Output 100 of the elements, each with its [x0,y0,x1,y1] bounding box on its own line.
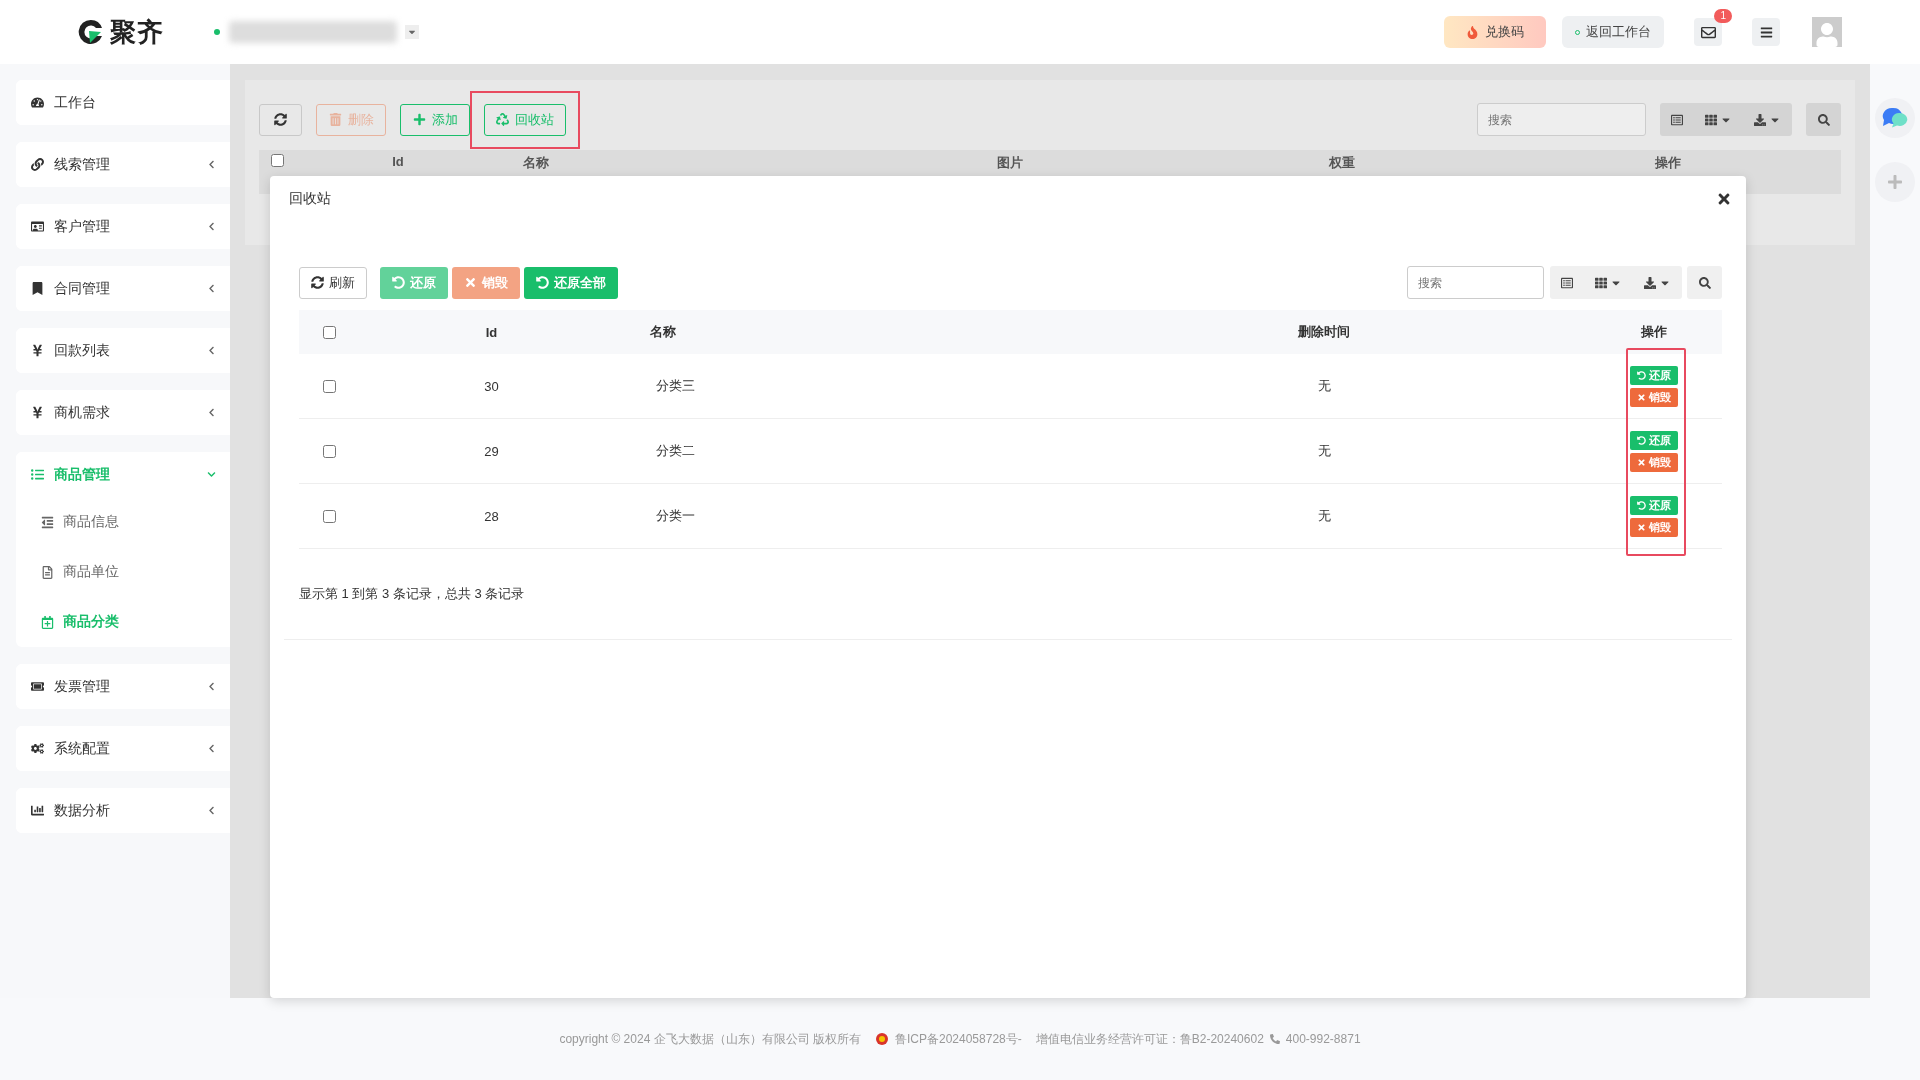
table-cell: 29 [484,443,499,459]
yen-icon [30,406,44,419]
dialog-title: 回收站 [289,190,331,208]
grid-icon [1705,113,1717,126]
column-header: 权重 [1329,154,1355,172]
close-icon [1637,392,1646,402]
column-header: 操作 [1641,323,1667,341]
column-header: 名称 [522,154,549,172]
menu-icon [1759,25,1773,39]
restore-button[interactable]: 还原 [1630,365,1678,385]
link-icon [30,158,44,171]
table-cell-text: 分类一 [655,507,695,525]
select-all-checkbox[interactable] [270,154,284,167]
search-button[interactable] [1687,266,1722,299]
list-indent-icon [40,515,54,529]
destroy-button[interactable]: 销毁 [1630,387,1678,407]
restore-button[interactable]: 还原 [1630,430,1678,450]
column-header: Id [485,324,498,340]
status-dot-icon [214,29,220,35]
close-button[interactable] [1716,191,1732,207]
gears-icon [30,742,44,755]
search-field[interactable]: 搜索 [1477,103,1646,136]
refresh-icon [311,276,324,289]
refresh-button[interactable]: 刷新 [299,266,367,299]
sidebar-subitem[interactable]: 商品分类 [16,597,230,647]
search-field[interactable]: 搜索 [1407,266,1544,299]
search-icon [1817,113,1830,126]
close-icon [464,276,477,289]
column-header: 名称 [649,323,676,341]
table-cell-text: 分类二 [655,442,695,460]
mail-icon [1700,24,1716,40]
column-header: Id [392,154,404,169]
plus-icon [1887,174,1903,190]
table-cell: 28 [484,508,499,524]
undo-icon [1637,500,1646,510]
column-header: 图片 [997,154,1023,172]
destroy-button[interactable]: 销毁 [1630,452,1678,472]
search-button[interactable] [1806,103,1841,136]
table-cell: 无 [1317,377,1331,395]
trash-icon [328,113,342,126]
row-checkbox[interactable] [322,509,336,523]
column-header: 操作 [1655,154,1681,172]
sidebar-subitem[interactable]: 商品信息 [16,497,230,547]
menu-button[interactable] [1752,18,1780,46]
undo-icon [392,276,405,289]
restore-button[interactable]: 还原全部 [524,266,618,299]
back-to-workbench-button[interactable]: 返回工作台 [1562,16,1664,48]
table-cell: 30 [484,378,499,394]
pagination-summary: 显示第 1 到第 3 条记录，总共 3 条记录 [299,585,526,603]
column-header: 删除时间 [1298,323,1350,341]
list-icon [1561,276,1573,289]
mail-button[interactable] [1694,18,1722,46]
phone-icon [1269,1034,1280,1044]
undo-icon [1637,370,1646,380]
logo-icon [78,19,104,45]
search-icon [1698,276,1711,289]
undo-icon [1637,435,1646,445]
chat-bubbles-icon [1882,107,1908,129]
bookmark-icon [30,282,44,295]
notification-badge: 1 [1714,9,1732,23]
refresh-icon [274,113,287,126]
icp-link[interactable]: 鲁ICP备2024058728号- [895,1030,1022,1048]
table-cell: 无 [1317,442,1331,460]
close-icon [1637,457,1646,467]
destroy-button[interactable]: 销毁 [1630,517,1678,537]
refresh-button[interactable] [259,103,302,136]
document-icon [40,565,54,579]
plus-icon [412,113,426,126]
calendar-plus-icon [40,615,54,629]
close-icon [1716,191,1732,207]
download-icon [1754,113,1766,126]
undo-icon [536,276,549,289]
recycle-icon [496,113,509,126]
add-button[interactable]: 添加 [400,103,470,136]
dashboard-icon [30,96,44,109]
download-icon [1644,276,1656,289]
redeem-code-button[interactable]: 兑换码 [1444,16,1546,48]
recycle-bin-button[interactable]: 回收站 [484,103,566,136]
police-emblem-icon [875,1032,889,1046]
sidebar-subitem[interactable]: 商品单位 [16,547,230,597]
yen-icon [30,344,44,357]
list-icon [30,468,44,481]
select-all-checkbox[interactable] [322,325,336,339]
id-card-icon [30,220,44,233]
close-icon [1637,522,1646,532]
chat-button[interactable] [1875,98,1915,138]
table-cell: 无 [1317,507,1331,525]
row-checkbox[interactable] [322,444,336,458]
bar-chart-icon [30,804,44,817]
row-checkbox[interactable] [322,379,336,393]
table-cell-text: 分类三 [655,377,695,395]
grid-icon [1595,276,1607,289]
dropdown-button[interactable] [405,25,419,39]
brand-name: 聚齐 [110,15,164,49]
phone-number: 400-992-8871 [1285,1032,1361,1046]
flame-icon [1466,25,1479,39]
restore-button[interactable]: 还原 [1630,495,1678,515]
list-icon [1671,113,1683,126]
copyright-text: copyright © 2024 企飞大数据（山东）有限公司 版权所有 [559,1030,861,1048]
ticket-icon [30,680,44,693]
